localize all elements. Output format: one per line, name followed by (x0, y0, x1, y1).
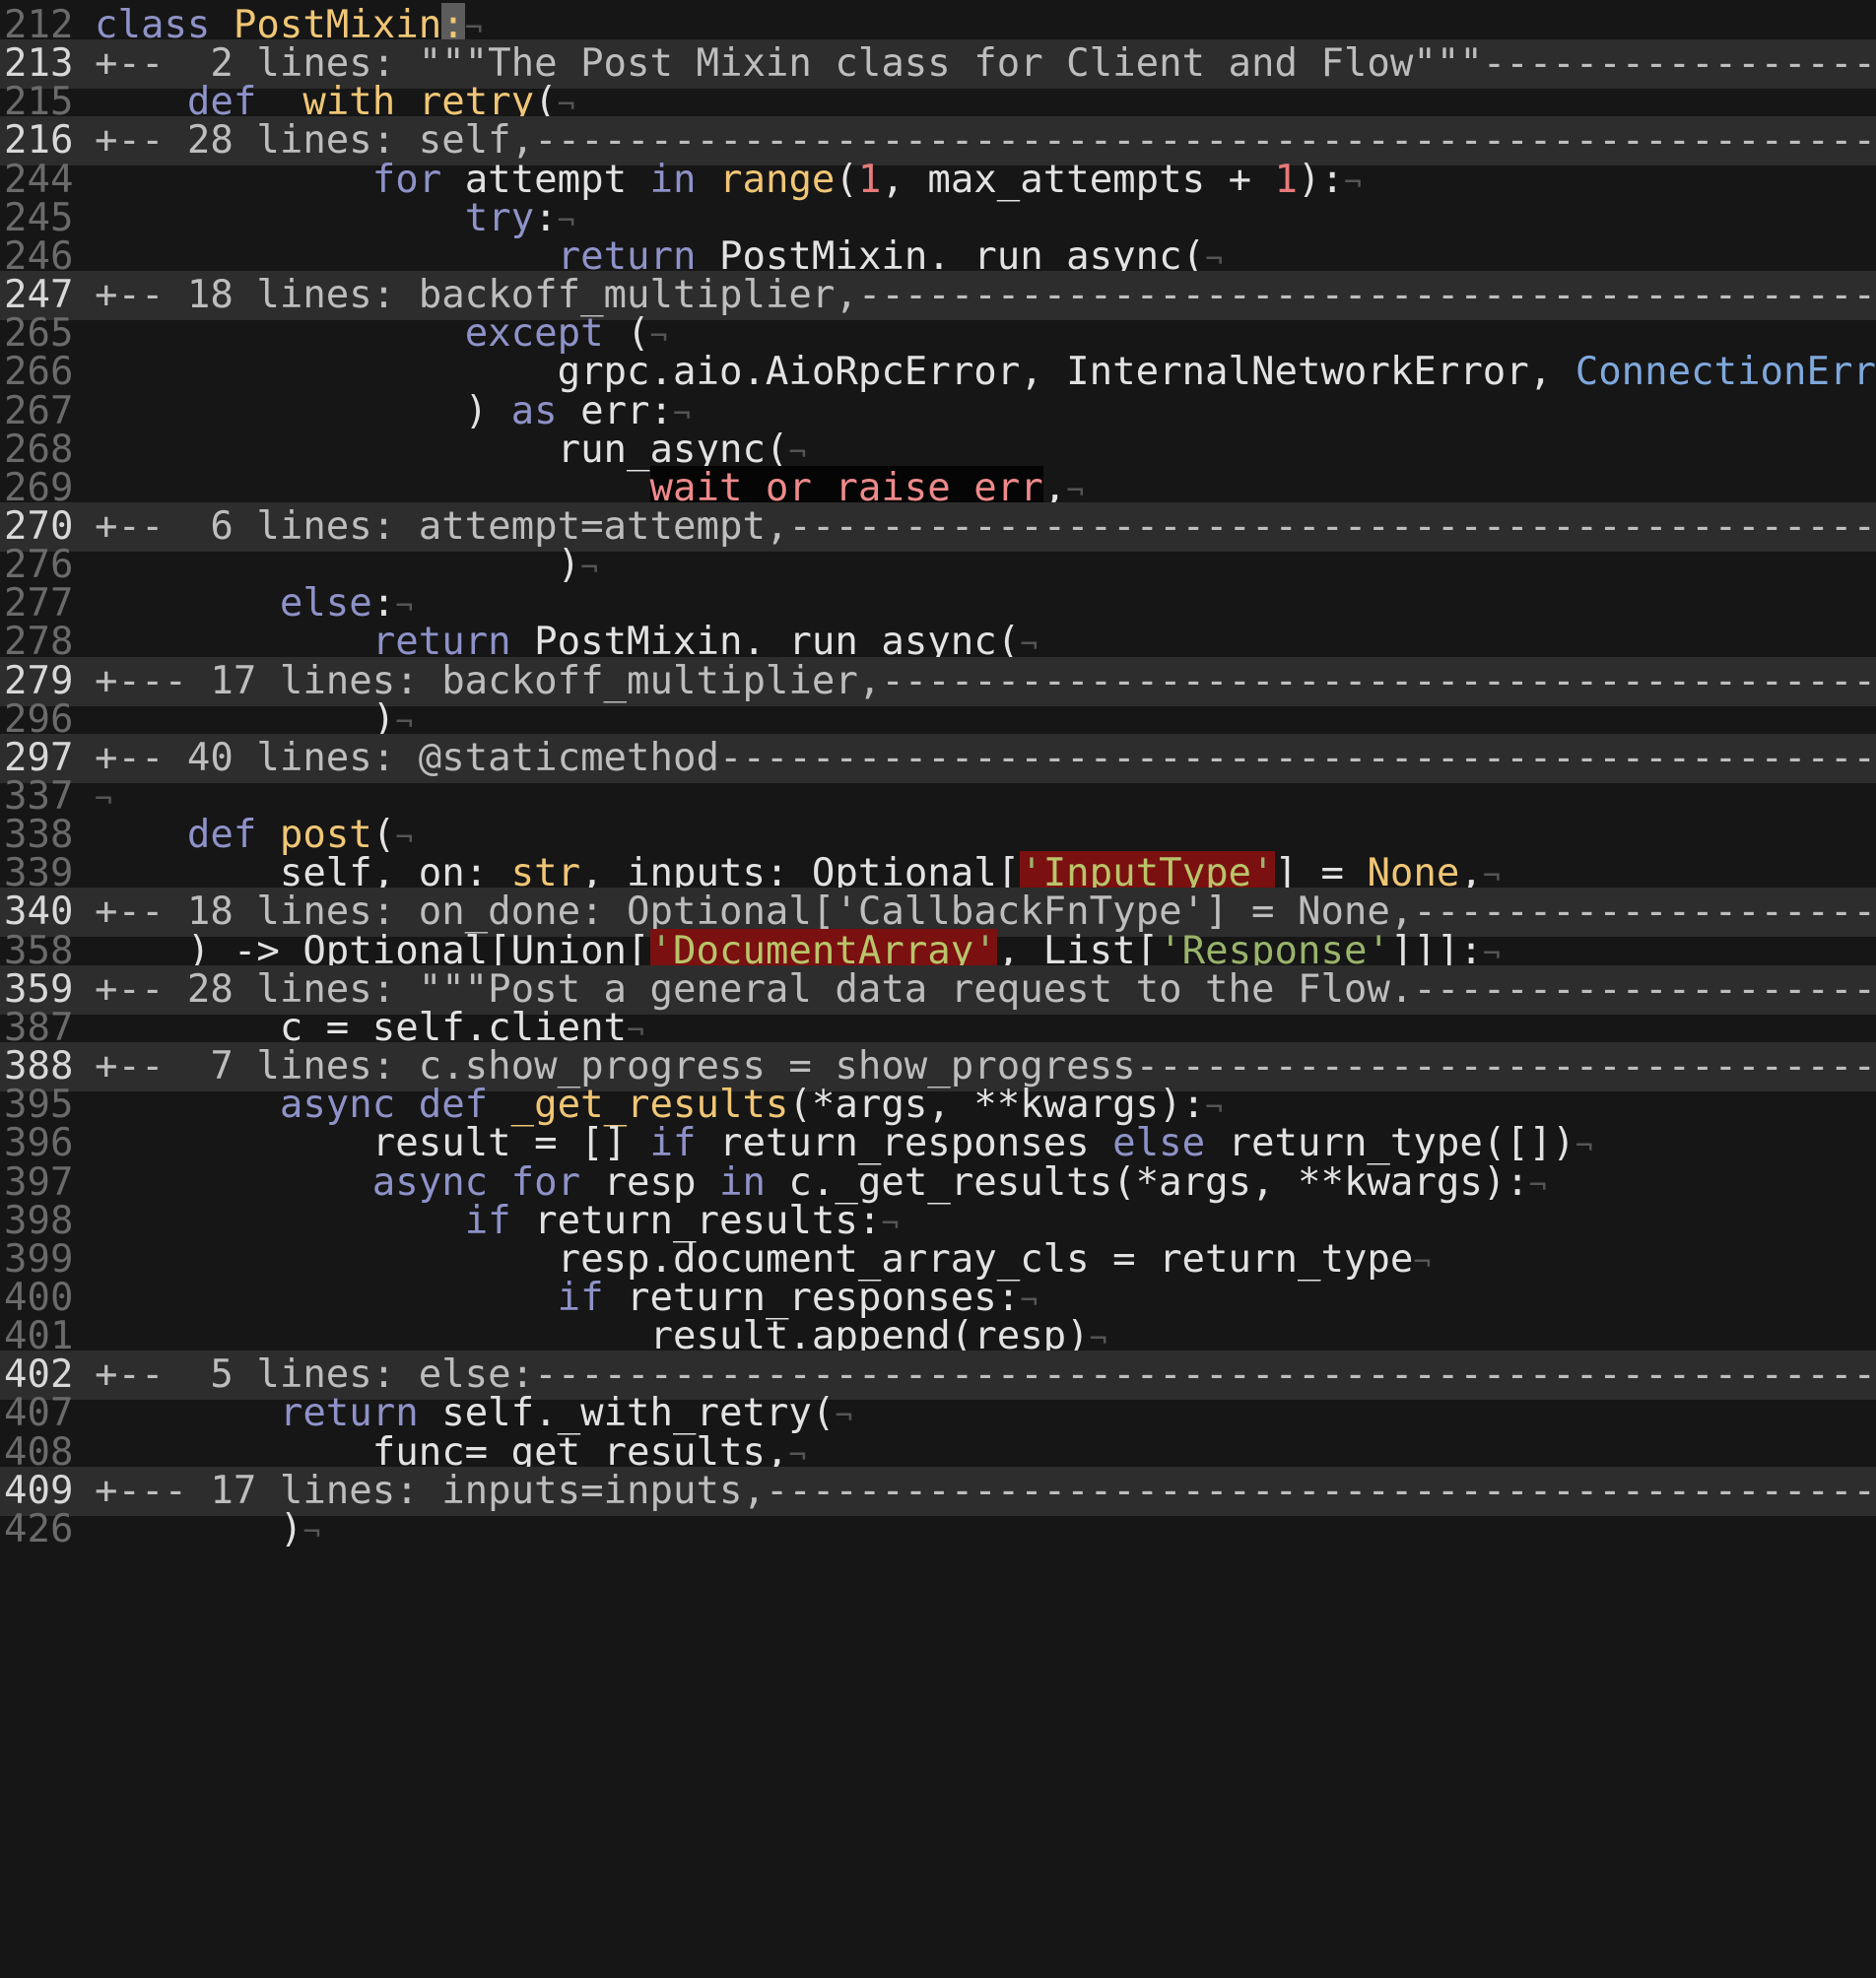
line-code: )¬ (95, 1505, 321, 1554)
code-text: ) (95, 1506, 303, 1551)
line-number: 426 (4, 1506, 74, 1551)
code-editor[interactable]: 212 class PostMixin:¬ 213 +-- 2 lines: """T… (0, 0, 1876, 1978)
code-line: 426 )¬ (0, 1505, 1876, 1554)
eol-marker: ¬ (302, 1514, 321, 1549)
